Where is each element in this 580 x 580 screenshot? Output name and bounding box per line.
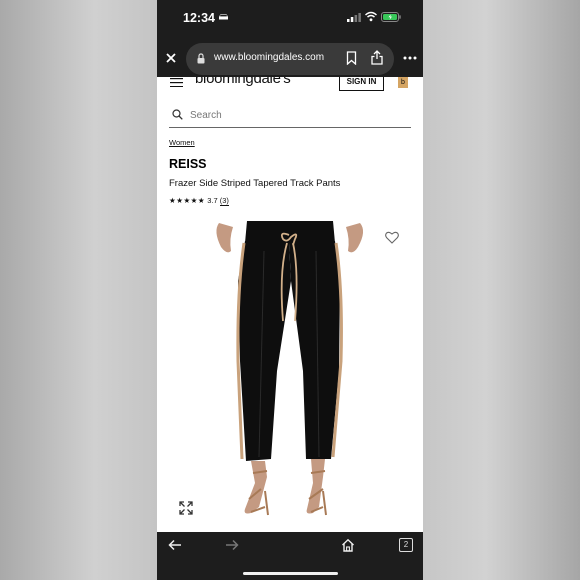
wifi-icon [365,11,377,22]
share-icon[interactable] [371,50,383,65]
status-time: 12:34 [183,11,215,25]
forward-arrow-icon[interactable] [225,539,239,551]
car-icon [219,14,228,20]
status-bar: 12:34 [157,0,423,38]
lock-icon [197,53,205,64]
expand-icon[interactable] [179,501,193,515]
sign-in-button[interactable]: SIGN IN [339,77,384,91]
more-options-icon[interactable] [403,56,417,60]
search-input[interactable] [190,106,390,124]
phone-screen: 12:34 www.bloomingdales.com bloomingdale… [157,0,423,580]
product-image [216,221,364,516]
search-icon [172,109,183,120]
breadcrumb-women[interactable]: Women [169,138,195,147]
site-logo[interactable]: bloomingdale's [195,77,291,87]
home-indicator[interactable] [243,572,338,575]
close-icon[interactable] [164,51,178,65]
rating-value: 3.7 [207,196,218,205]
review-count: (3) [219,196,229,206]
battery-icon [381,12,401,22]
url-text: www.bloomingdales.com [214,52,325,63]
browser-toolbar: 2 [157,532,423,580]
product-rating[interactable]: ★★★★★ 3.7 (3) [169,196,229,206]
cell-signal-icon [347,13,361,22]
rating-stars: ★★★★★ [169,196,206,205]
menu-icon[interactable] [170,77,183,87]
back-arrow-icon[interactable] [168,539,182,551]
search-bar [169,103,411,128]
address-bar[interactable]: www.bloomingdales.com [186,43,394,75]
photo-background-right [423,0,580,580]
photo-background-left [0,0,157,580]
product-name: Frazer Side Striped Tapered Track Pants [169,178,341,189]
address-bar-row: www.bloomingdales.com [157,42,423,76]
home-icon[interactable] [341,538,355,552]
tab-count-icon[interactable]: 2 [399,538,413,552]
web-page: bloomingdale's SIGN IN b Women REISS Fra… [157,77,423,532]
bookmark-icon[interactable] [346,51,357,65]
heart-icon[interactable] [385,231,399,244]
product-brand[interactable]: REISS [169,157,207,171]
bag-icon[interactable]: b [398,77,408,88]
